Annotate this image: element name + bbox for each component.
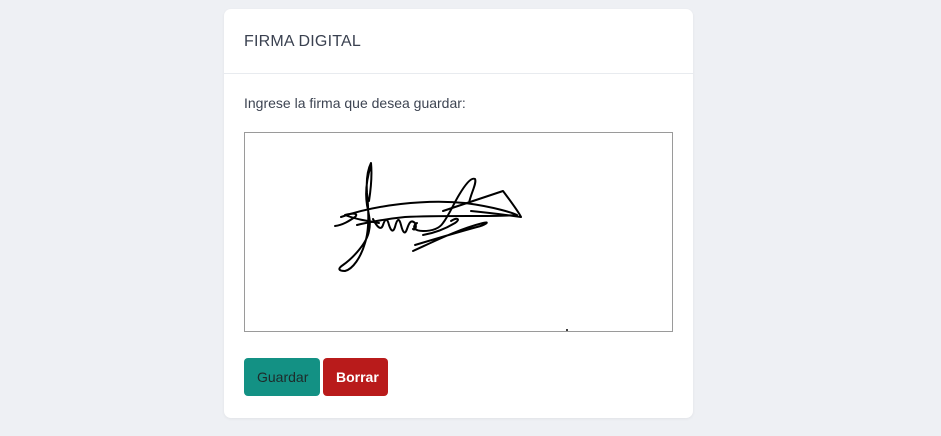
card-title: FIRMA DIGITAL xyxy=(244,33,361,50)
signature-card: FIRMA DIGITAL Ingrese la firma que desea… xyxy=(224,9,693,418)
signature-prompt: Ingrese la firma que desea guardar: xyxy=(244,95,466,111)
signature-strokes xyxy=(334,162,568,331)
clear-button[interactable]: Borrar xyxy=(323,358,388,396)
signature-canvas[interactable] xyxy=(244,132,673,332)
card-header: FIRMA DIGITAL xyxy=(224,9,693,74)
save-button[interactable]: Guardar xyxy=(244,358,320,396)
action-row: Guardar Borrar xyxy=(244,358,673,396)
card-body: Ingrese la firma que desea guardar: Guar… xyxy=(224,74,693,396)
